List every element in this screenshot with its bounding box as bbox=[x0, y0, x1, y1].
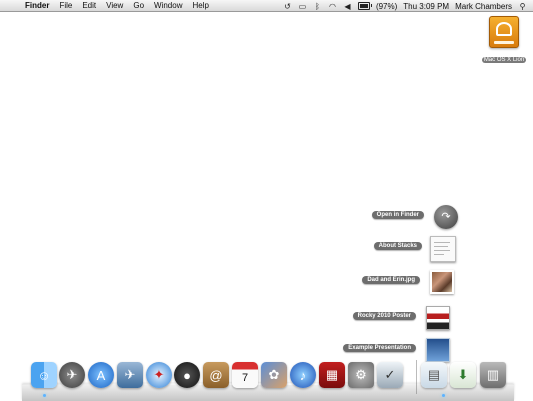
stack-label: Rocky 2010 Poster bbox=[352, 312, 416, 320]
bluetooth-icon[interactable]: ᛒ bbox=[313, 2, 322, 11]
running-indicator bbox=[43, 394, 46, 397]
stack-item-about-stacks[interactable]: About Stacks bbox=[300, 236, 456, 262]
ical-icon[interactable]: 7 bbox=[232, 362, 258, 388]
ical-day: 7 bbox=[241, 371, 249, 384]
stack-label: About Stacks bbox=[373, 242, 422, 250]
menu-window[interactable]: Window bbox=[149, 0, 187, 12]
poster-thumbnail-icon bbox=[426, 306, 450, 330]
open-in-finder-arrow-icon: ↷ bbox=[434, 205, 458, 229]
system-preferences-icon[interactable]: ⚙ bbox=[348, 362, 374, 388]
app-store-icon[interactable]: A bbox=[88, 362, 114, 388]
menu-edit[interactable]: Edit bbox=[77, 0, 101, 12]
stack-item-example-presentation[interactable]: Example Presentation bbox=[292, 338, 450, 362]
menu-go[interactable]: Go bbox=[128, 0, 149, 12]
wifi-icon[interactable]: ◠ bbox=[328, 2, 337, 11]
menu-file[interactable]: File bbox=[54, 0, 77, 12]
desktop-drive[interactable]: Mac OS X Lion bbox=[477, 16, 531, 66]
preview-icon[interactable]: ✈ bbox=[117, 362, 143, 388]
launchpad-icon[interactable]: ✈ bbox=[59, 362, 85, 388]
photo-booth-icon[interactable]: ▦ bbox=[319, 362, 345, 388]
time-machine-icon[interactable]: ↺ bbox=[283, 2, 292, 11]
open-stack-indicator bbox=[442, 394, 445, 397]
finder-icon[interactable]: ☺ bbox=[31, 362, 57, 388]
stack-label: Example Presentation bbox=[343, 344, 416, 352]
display-mirroring-icon[interactable]: ▭ bbox=[298, 2, 307, 11]
presentation-thumbnail-icon bbox=[426, 338, 450, 362]
menu-view[interactable]: View bbox=[101, 0, 128, 12]
document-thumbnail-icon bbox=[430, 236, 456, 262]
status-area: ↺ ▭ ᛒ ◠ ◀ (97%) Thu 3:09 PM Mark Chamber… bbox=[283, 0, 527, 12]
iphoto-icon[interactable]: ✿ bbox=[261, 362, 287, 388]
safari-icon[interactable]: ✦ bbox=[146, 362, 172, 388]
stack-item-dad-and-erin[interactable]: Dad and Erin.jpg bbox=[298, 270, 454, 294]
itunes-icon[interactable]: ♪ bbox=[290, 362, 316, 388]
documents-stack-icon[interactable]: ▤ bbox=[421, 362, 447, 388]
clock[interactable]: Thu 3:09 PM bbox=[403, 2, 449, 11]
address-book-icon[interactable]: @ bbox=[203, 362, 229, 388]
stack-label: Dad and Erin.jpg bbox=[362, 276, 420, 284]
photo-thumbnail-icon bbox=[430, 270, 454, 294]
firewire-drive-icon bbox=[489, 16, 519, 48]
menu-bar: Finder File Edit View Go Window Help ↺ ▭… bbox=[0, 0, 533, 12]
facetime-icon[interactable]: ● bbox=[174, 362, 200, 388]
battery-percentage: (97%) bbox=[375, 1, 398, 11]
stack-item-open-in-finder[interactable]: Open in Finder ↷ bbox=[300, 205, 458, 229]
menu-finder[interactable]: Finder bbox=[20, 0, 54, 12]
stack-label: Open in Finder bbox=[371, 211, 424, 219]
drive-label: Mac OS X Lion bbox=[481, 57, 527, 63]
dock-divider bbox=[416, 360, 417, 394]
downloads-stack-icon[interactable]: ⬇ bbox=[450, 362, 476, 388]
user-name[interactable]: Mark Chambers bbox=[455, 2, 512, 11]
trash-icon[interactable]: ▥ bbox=[480, 362, 506, 388]
spotlight-search-icon[interactable]: ⚲ bbox=[518, 2, 527, 11]
menu-help[interactable]: Help bbox=[187, 0, 213, 12]
stack-item-rocky-2010-poster[interactable]: Rocky 2010 Poster bbox=[296, 306, 450, 330]
preview-app-icon[interactable]: ✓ bbox=[377, 362, 403, 388]
battery-icon[interactable] bbox=[357, 2, 372, 10]
volume-icon[interactable]: ◀ bbox=[343, 2, 352, 11]
